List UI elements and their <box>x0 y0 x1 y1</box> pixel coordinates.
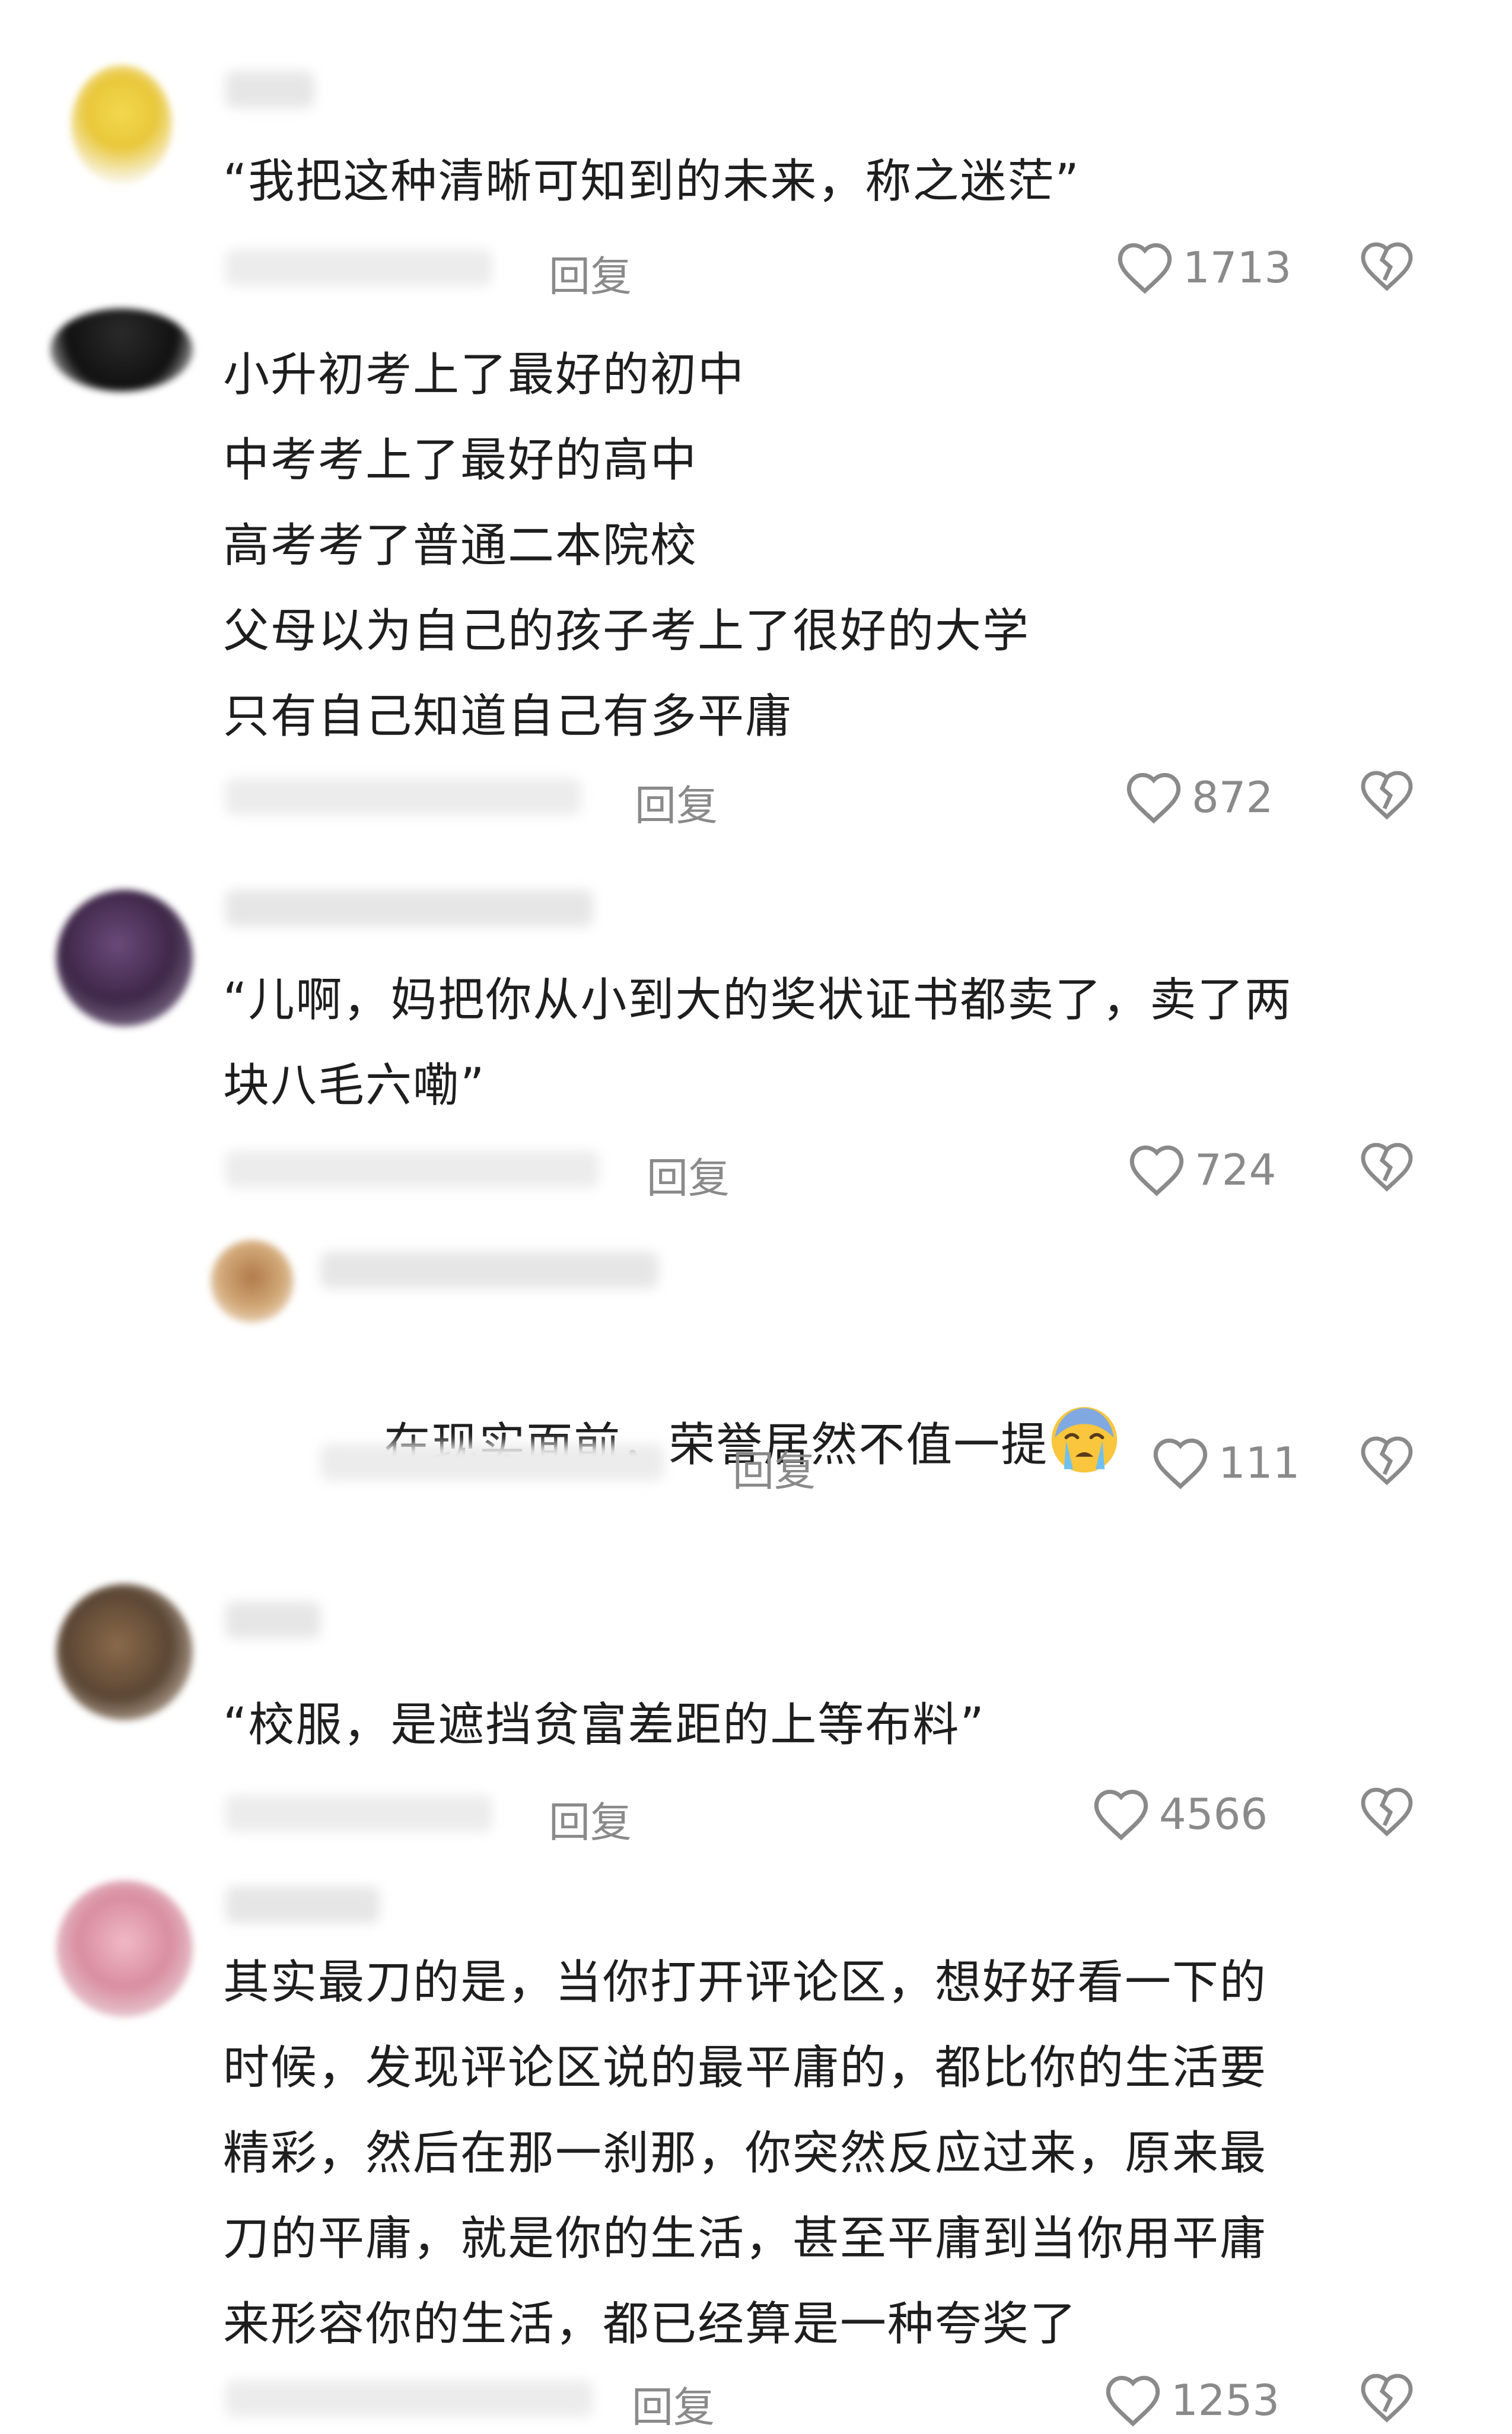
comment-text: 小升初考上了最好的初中 中考考上了最好的高中 高考考了普通二本院校 父母以为自己… <box>223 348 1030 743</box>
broken-heart-icon <box>1361 2373 1413 2423</box>
reply-button[interactable]: 回复 <box>632 2374 715 2434</box>
avatar[interactable] <box>71 65 172 184</box>
like-count: 872 <box>1192 772 1274 822</box>
comment-text: “儿啊，妈把你从小到大的奖状证书都卖了，卖了两 块八毛六嘞” <box>223 973 1293 1112</box>
comment-item: “校服，是遮挡贫富差距的上等布料” 回复 4566 <box>0 1572 1512 1881</box>
dislike-button[interactable] <box>1358 1139 1415 1198</box>
heart-icon <box>1153 1438 1208 1490</box>
avatar[interactable] <box>56 1881 193 2017</box>
comment-item: 小升初考上了最好的初中 中考考上了最好的高中 高考考了普通二本院校 父母以为自己… <box>0 308 1512 854</box>
reply-button[interactable]: 回复 <box>647 1145 730 1205</box>
comment-item: “我把这种清晰可知到的未来，称之迷茫” 回复 1713 <box>0 0 1512 332</box>
comment-meta <box>225 1795 492 1832</box>
like-count: 724 <box>1195 1145 1277 1195</box>
heart-icon <box>1094 1789 1148 1841</box>
like-button[interactable]: 1713 <box>1115 240 1291 295</box>
broken-heart-icon <box>1361 1787 1413 1837</box>
like-count: 111 <box>1218 1438 1300 1488</box>
heart-icon <box>1106 2375 1160 2427</box>
comment-item: 其实最刀的是，当你打开评论区，想好好看一下的 时候，发现评论区说的最平庸的，都比… <box>0 1869 1512 2432</box>
like-button[interactable]: 872 <box>1124 770 1273 825</box>
broken-heart-icon <box>1361 1436 1413 1485</box>
like-count: 4566 <box>1159 1789 1268 1839</box>
comment-meta <box>225 2380 593 2417</box>
heart-icon <box>1129 1145 1184 1197</box>
crying-face-icon <box>1051 1407 1118 1473</box>
heart-icon <box>1126 772 1181 824</box>
comment-item: “儿啊，妈把你从小到大的奖状证书都卖了，卖了两 块八毛六嘞” 回复 724 <box>0 854 1512 1202</box>
like-count: 1253 <box>1171 2375 1280 2425</box>
username[interactable] <box>225 71 314 108</box>
dislike-button[interactable] <box>1358 1433 1415 1492</box>
username[interactable] <box>225 1602 320 1638</box>
comment-text: 其实最刀的是，当你打开评论区，想好好看一下的 时候，发现评论区说的最平庸的，都比… <box>223 1956 1268 2351</box>
comment-meta <box>225 1151 599 1188</box>
comment-meta <box>225 249 492 286</box>
dislike-button[interactable] <box>1358 1784 1415 1843</box>
comment-meta <box>225 778 581 815</box>
dislike-button[interactable] <box>1358 767 1415 826</box>
dislike-button[interactable] <box>1358 238 1415 298</box>
username[interactable] <box>320 1252 658 1288</box>
avatar[interactable] <box>56 890 193 1026</box>
avatar[interactable] <box>211 1240 294 1323</box>
reply-button[interactable]: 回复 <box>549 1789 632 1849</box>
like-button[interactable]: 1253 <box>1103 2373 1279 2427</box>
broken-heart-icon <box>1361 1143 1413 1192</box>
like-count: 1713 <box>1183 243 1292 292</box>
comment-meta <box>320 1444 664 1481</box>
username[interactable] <box>225 890 593 927</box>
dislike-button[interactable] <box>1358 2370 1415 2429</box>
reply-button[interactable]: 回复 <box>635 772 718 832</box>
like-button[interactable]: 111 <box>1151 1436 1300 1490</box>
avatar[interactable] <box>50 308 193 392</box>
avatar[interactable] <box>56 1584 193 1720</box>
broken-heart-icon <box>1361 771 1413 820</box>
reply-button[interactable]: 回复 <box>549 243 632 303</box>
like-button[interactable]: 4566 <box>1091 1787 1268 1841</box>
comment-text: “校服，是遮挡贫富差距的上等布料” <box>223 1698 985 1752</box>
comment-text: “我把这种清晰可知到的未来，称之迷茫” <box>223 155 1080 208</box>
username[interactable] <box>225 1886 380 1923</box>
heart-icon <box>1118 243 1172 294</box>
reply-button[interactable]: 回复 <box>733 1438 816 1498</box>
broken-heart-icon <box>1361 242 1413 291</box>
like-button[interactable]: 724 <box>1127 1143 1276 1197</box>
reply-item: 在现实面前，荣誉居然不值一提 回复 111 <box>0 1204 1512 1536</box>
